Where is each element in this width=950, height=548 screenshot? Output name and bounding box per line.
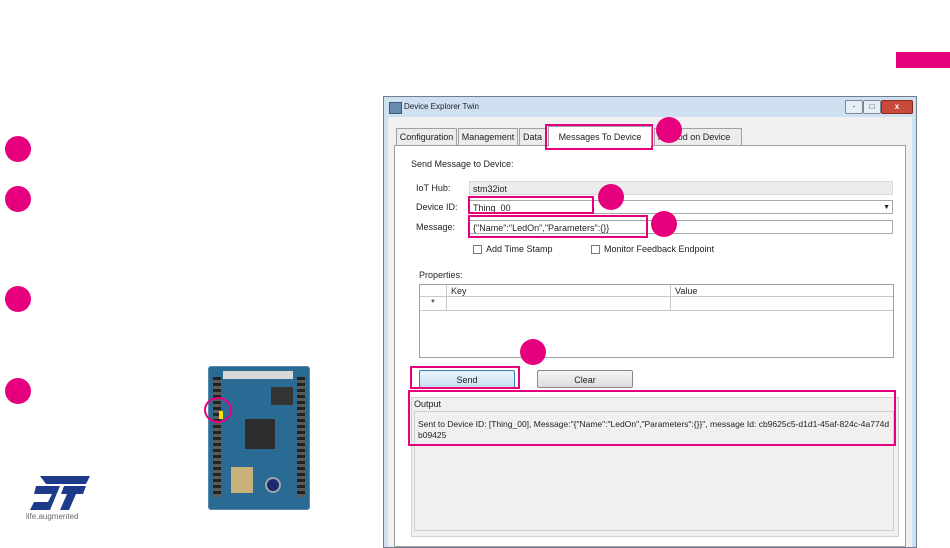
monitor-feedback-checkbox[interactable] <box>591 245 600 254</box>
st-logo-icon <box>30 476 90 510</box>
callout-marker-2 <box>598 184 624 210</box>
device-explorer-window: Device Explorer Twin - □ x Configuration… <box>383 96 917 548</box>
iot-hub-field: stm32iot <box>469 181 893 195</box>
callout-marker-3 <box>651 211 677 237</box>
callout-marker-1 <box>656 117 682 143</box>
tab-messages-to-device[interactable]: Messages To Device <box>548 126 652 146</box>
add-timestamp-checkbox[interactable] <box>473 245 482 254</box>
properties-label: Properties: <box>419 270 463 280</box>
message-label: Message: <box>416 222 456 232</box>
window-title: Device Explorer Twin <box>404 102 479 111</box>
board-mcu-chip <box>245 419 275 449</box>
stm32-board-image <box>208 366 310 510</box>
grid-header-key[interactable]: Key <box>447 285 671 297</box>
callout-marker-4 <box>520 339 546 365</box>
monitor-feedback-label: Monitor Feedback Endpoint <box>604 244 715 254</box>
step-bullet-1 <box>5 136 31 162</box>
board-module <box>271 387 293 405</box>
grid-cell-key[interactable] <box>447 297 671 311</box>
grid-row-header-corner <box>420 285 447 297</box>
send-message-heading: Send Message to Device: <box>411 159 514 169</box>
minimize-button[interactable]: - <box>845 100 863 114</box>
title-bar[interactable]: Device Explorer Twin - □ x <box>384 97 916 117</box>
iot-hub-label: IoT Hub: <box>416 183 451 193</box>
highlight-device-id <box>468 196 594 214</box>
step-bullet-4 <box>5 378 31 404</box>
board-connector <box>223 371 293 379</box>
grid-cell-value[interactable] <box>671 297 893 311</box>
grid-header-value[interactable]: Value <box>671 285 893 297</box>
tab-configuration[interactable]: Configuration <box>396 128 457 145</box>
board-header-left <box>213 377 221 497</box>
clear-button[interactable]: Clear <box>537 370 633 388</box>
properties-grid[interactable]: Key Value * <box>419 284 894 358</box>
add-timestamp-label: Add Time Stamp <box>486 244 553 254</box>
logo-tagline: life.augmented <box>26 512 79 521</box>
device-id-label: Device ID: <box>416 202 458 212</box>
maximize-button[interactable]: □ <box>863 100 881 114</box>
slide-accent-bar <box>896 52 950 68</box>
tab-data[interactable]: Data <box>519 128 546 145</box>
board-header-right <box>297 377 305 497</box>
board-user-button <box>265 477 281 493</box>
app-window-icon <box>389 102 402 114</box>
grid-new-row-marker: * <box>420 297 447 311</box>
window-client-area: Configuration Management Data Messages T… <box>388 117 912 547</box>
highlight-output <box>408 390 896 446</box>
step-bullet-2 <box>5 186 31 212</box>
tab-management[interactable]: Management <box>458 128 518 145</box>
close-button[interactable]: x <box>881 100 913 114</box>
step-bullet-3 <box>5 286 31 312</box>
highlight-message <box>468 215 648 238</box>
board-led-highlight <box>204 397 232 423</box>
chevron-down-icon[interactable]: ▼ <box>883 201 890 213</box>
highlight-send-button <box>410 366 520 389</box>
board-sd-slot <box>231 467 253 493</box>
